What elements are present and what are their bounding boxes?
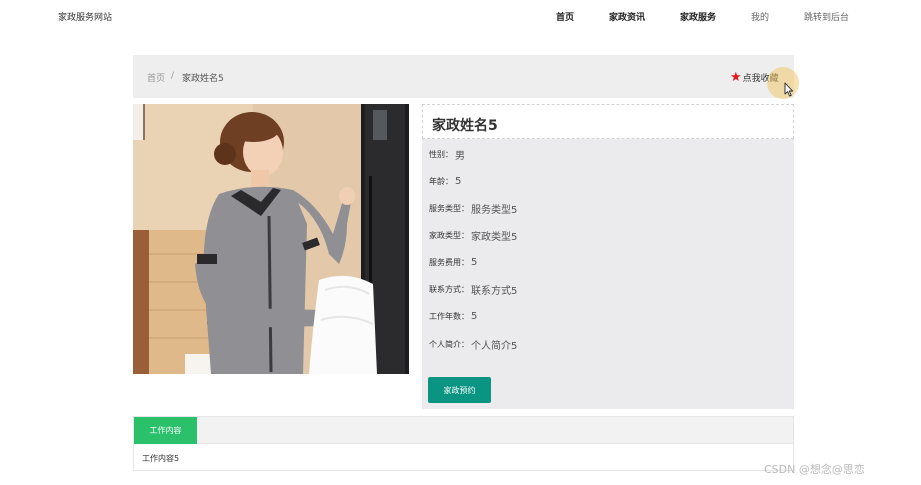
detail-header: 家政姓名5 — [422, 104, 794, 139]
work-content-tabs: 工作内容 工作内容5 — [133, 416, 794, 471]
field-label: 服务类型： — [429, 203, 469, 213]
book-housekeeper-button[interactable]: 家政预约 — [428, 377, 491, 403]
field-contact: 联系方式： 联系方式5 — [429, 282, 518, 297]
field-label: 年龄： — [429, 176, 453, 186]
nav-home[interactable]: 首页 — [556, 10, 574, 23]
field-label: 家政类型： — [429, 230, 469, 240]
field-work-years: 工作年数： 5 — [429, 309, 477, 323]
field-service-type: 服务类型： 服务类型5 — [429, 201, 518, 216]
housekeeper-photo — [133, 104, 409, 374]
breadcrumb-home[interactable]: 首页 — [147, 71, 165, 84]
breadcrumb-separator: / — [171, 71, 175, 81]
field-value: 个人简介5 — [471, 340, 518, 352]
watermark: CSDN @想念@思恋 — [764, 463, 865, 476]
housekeeper-name: 家政姓名5 — [432, 118, 498, 134]
nav-admin[interactable]: 跳转到后台 — [804, 10, 849, 23]
field-value: 联系方式5 — [471, 285, 518, 297]
field-label: 性别： — [429, 149, 453, 159]
star-icon: ★ — [730, 69, 742, 85]
breadcrumb: 首页 / 家政姓名5 ★ 点我收藏 — [133, 55, 794, 98]
field-value: 服务类型5 — [471, 204, 518, 216]
field-value: 家政类型5 — [471, 231, 518, 243]
site-title[interactable]: 家政服务网站 — [58, 10, 112, 23]
field-gender: 性别： 男 — [429, 147, 465, 162]
field-value: 5 — [455, 175, 462, 187]
tab-content-text: 工作内容5 — [142, 454, 180, 463]
field-label: 工作年数： — [429, 311, 469, 321]
field-label: 服务费用： — [429, 257, 469, 267]
cursor-highlight — [767, 67, 799, 99]
field-label: 联系方式： — [429, 284, 469, 294]
nav-news[interactable]: 家政资讯 — [609, 10, 645, 23]
field-label: 个人简介： — [429, 339, 469, 349]
nav-mine[interactable]: 我的 — [751, 10, 769, 23]
field-service-fee: 服务费用： 5 — [429, 255, 477, 269]
tab-bar: 工作内容 — [134, 417, 793, 444]
field-profile: 个人简介： 个人简介5 — [429, 337, 518, 352]
field-value: 男 — [455, 150, 465, 162]
field-value: 5 — [471, 310, 478, 322]
nav-services[interactable]: 家政服务 — [680, 10, 716, 23]
field-housekeeping-type: 家政类型： 家政类型5 — [429, 228, 518, 243]
mouse-cursor-icon — [784, 82, 794, 97]
field-value: 5 — [471, 256, 478, 268]
tab-work-content[interactable]: 工作内容 — [134, 417, 197, 444]
top-navbar: 家政服务网站 首页 家政资讯 家政服务 我的 跳转到后台 — [0, 0, 921, 34]
field-age: 年龄： 5 — [429, 174, 461, 188]
breadcrumb-current: 家政姓名5 — [182, 74, 224, 84]
detail-panel: 家政姓名5 性别： 男 年龄： 5 服务类型： 服务类型5 家政类型： 家政类型… — [422, 104, 794, 409]
